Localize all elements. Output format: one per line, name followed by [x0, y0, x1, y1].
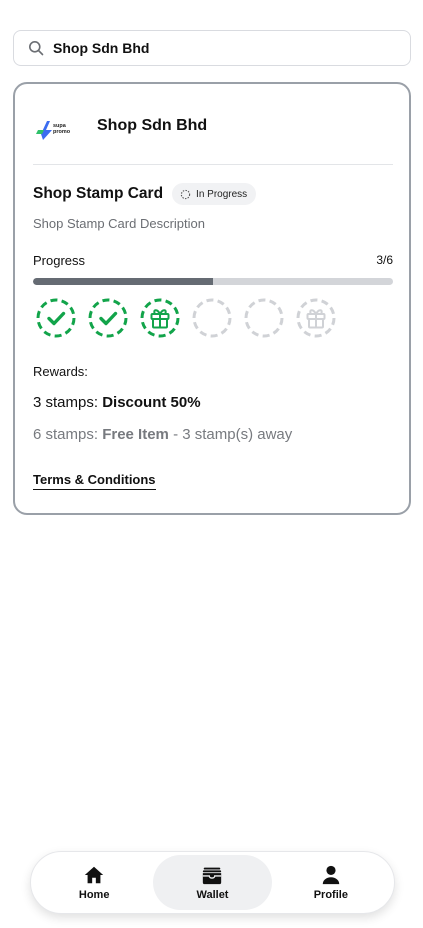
search-bar[interactable]: Shop Sdn Bhd — [13, 30, 411, 66]
profile-icon — [322, 865, 340, 885]
terms-link[interactable]: Terms & Conditions — [33, 472, 156, 490]
reward-item: 3 stamps: Discount 50% — [33, 394, 201, 411]
stamp-collected — [140, 298, 180, 338]
loading-icon — [180, 189, 191, 199]
search-icon — [27, 39, 45, 57]
reward-stamps: 6 stamps: — [33, 426, 99, 443]
nav-label: Wallet — [196, 889, 229, 901]
divider — [33, 164, 393, 165]
bottom-nav: Home Wallet Profile — [30, 851, 395, 914]
stamp-empty — [244, 298, 284, 338]
card-title: Shop Stamp Card — [33, 185, 164, 202]
merchant-header: supa promo Shop Sdn Bhd — [33, 108, 207, 144]
reward-note: - 3 stamp(s) away — [173, 426, 293, 443]
nav-profile[interactable]: Profile — [272, 855, 390, 910]
reward-name: Discount 50% — [102, 394, 201, 411]
nav-home[interactable]: Home — [35, 855, 153, 910]
reward-name: Free Item — [102, 426, 169, 443]
stamp-empty — [296, 298, 336, 338]
nav-label: Home — [78, 889, 110, 901]
stamp-empty — [192, 298, 232, 338]
stamp-collected — [88, 298, 128, 338]
stamp-card: supa promo Shop Sdn Bhd Shop Stamp Card … — [13, 82, 411, 515]
card-description: Shop Stamp Card Description — [33, 216, 205, 231]
reward-item: 6 stamps: Free Item - 3 stamp(s) away — [33, 426, 292, 443]
check-icon — [47, 311, 66, 326]
merchant-name: Shop Sdn Bhd — [97, 117, 208, 134]
nav-wallet[interactable]: Wallet — [153, 855, 272, 910]
progress-bar — [33, 278, 393, 285]
merchant-logo: supa promo — [33, 108, 81, 144]
progress-count: 3/6 — [376, 253, 393, 267]
progress-fill — [33, 278, 213, 285]
stamp-collected — [36, 298, 76, 338]
wallet-icon — [203, 867, 222, 885]
status-badge: In Progress — [172, 183, 257, 205]
nav-label: Profile — [313, 889, 348, 901]
search-input[interactable]: Shop Sdn Bhd — [53, 40, 149, 56]
gift-icon — [306, 309, 326, 329]
svg-text:promo: promo — [53, 129, 71, 135]
reward-stamps: 3 stamps: — [33, 394, 99, 411]
stamp-row — [35, 297, 347, 339]
card-title-row: Shop Stamp Card In Progress — [33, 183, 257, 205]
gift-icon — [150, 309, 170, 329]
status-label: In Progress — [196, 188, 248, 200]
progress-label: Progress — [33, 253, 86, 268]
rewards-label: Rewards: — [33, 364, 88, 379]
home-icon — [84, 866, 104, 884]
check-icon — [99, 311, 118, 326]
